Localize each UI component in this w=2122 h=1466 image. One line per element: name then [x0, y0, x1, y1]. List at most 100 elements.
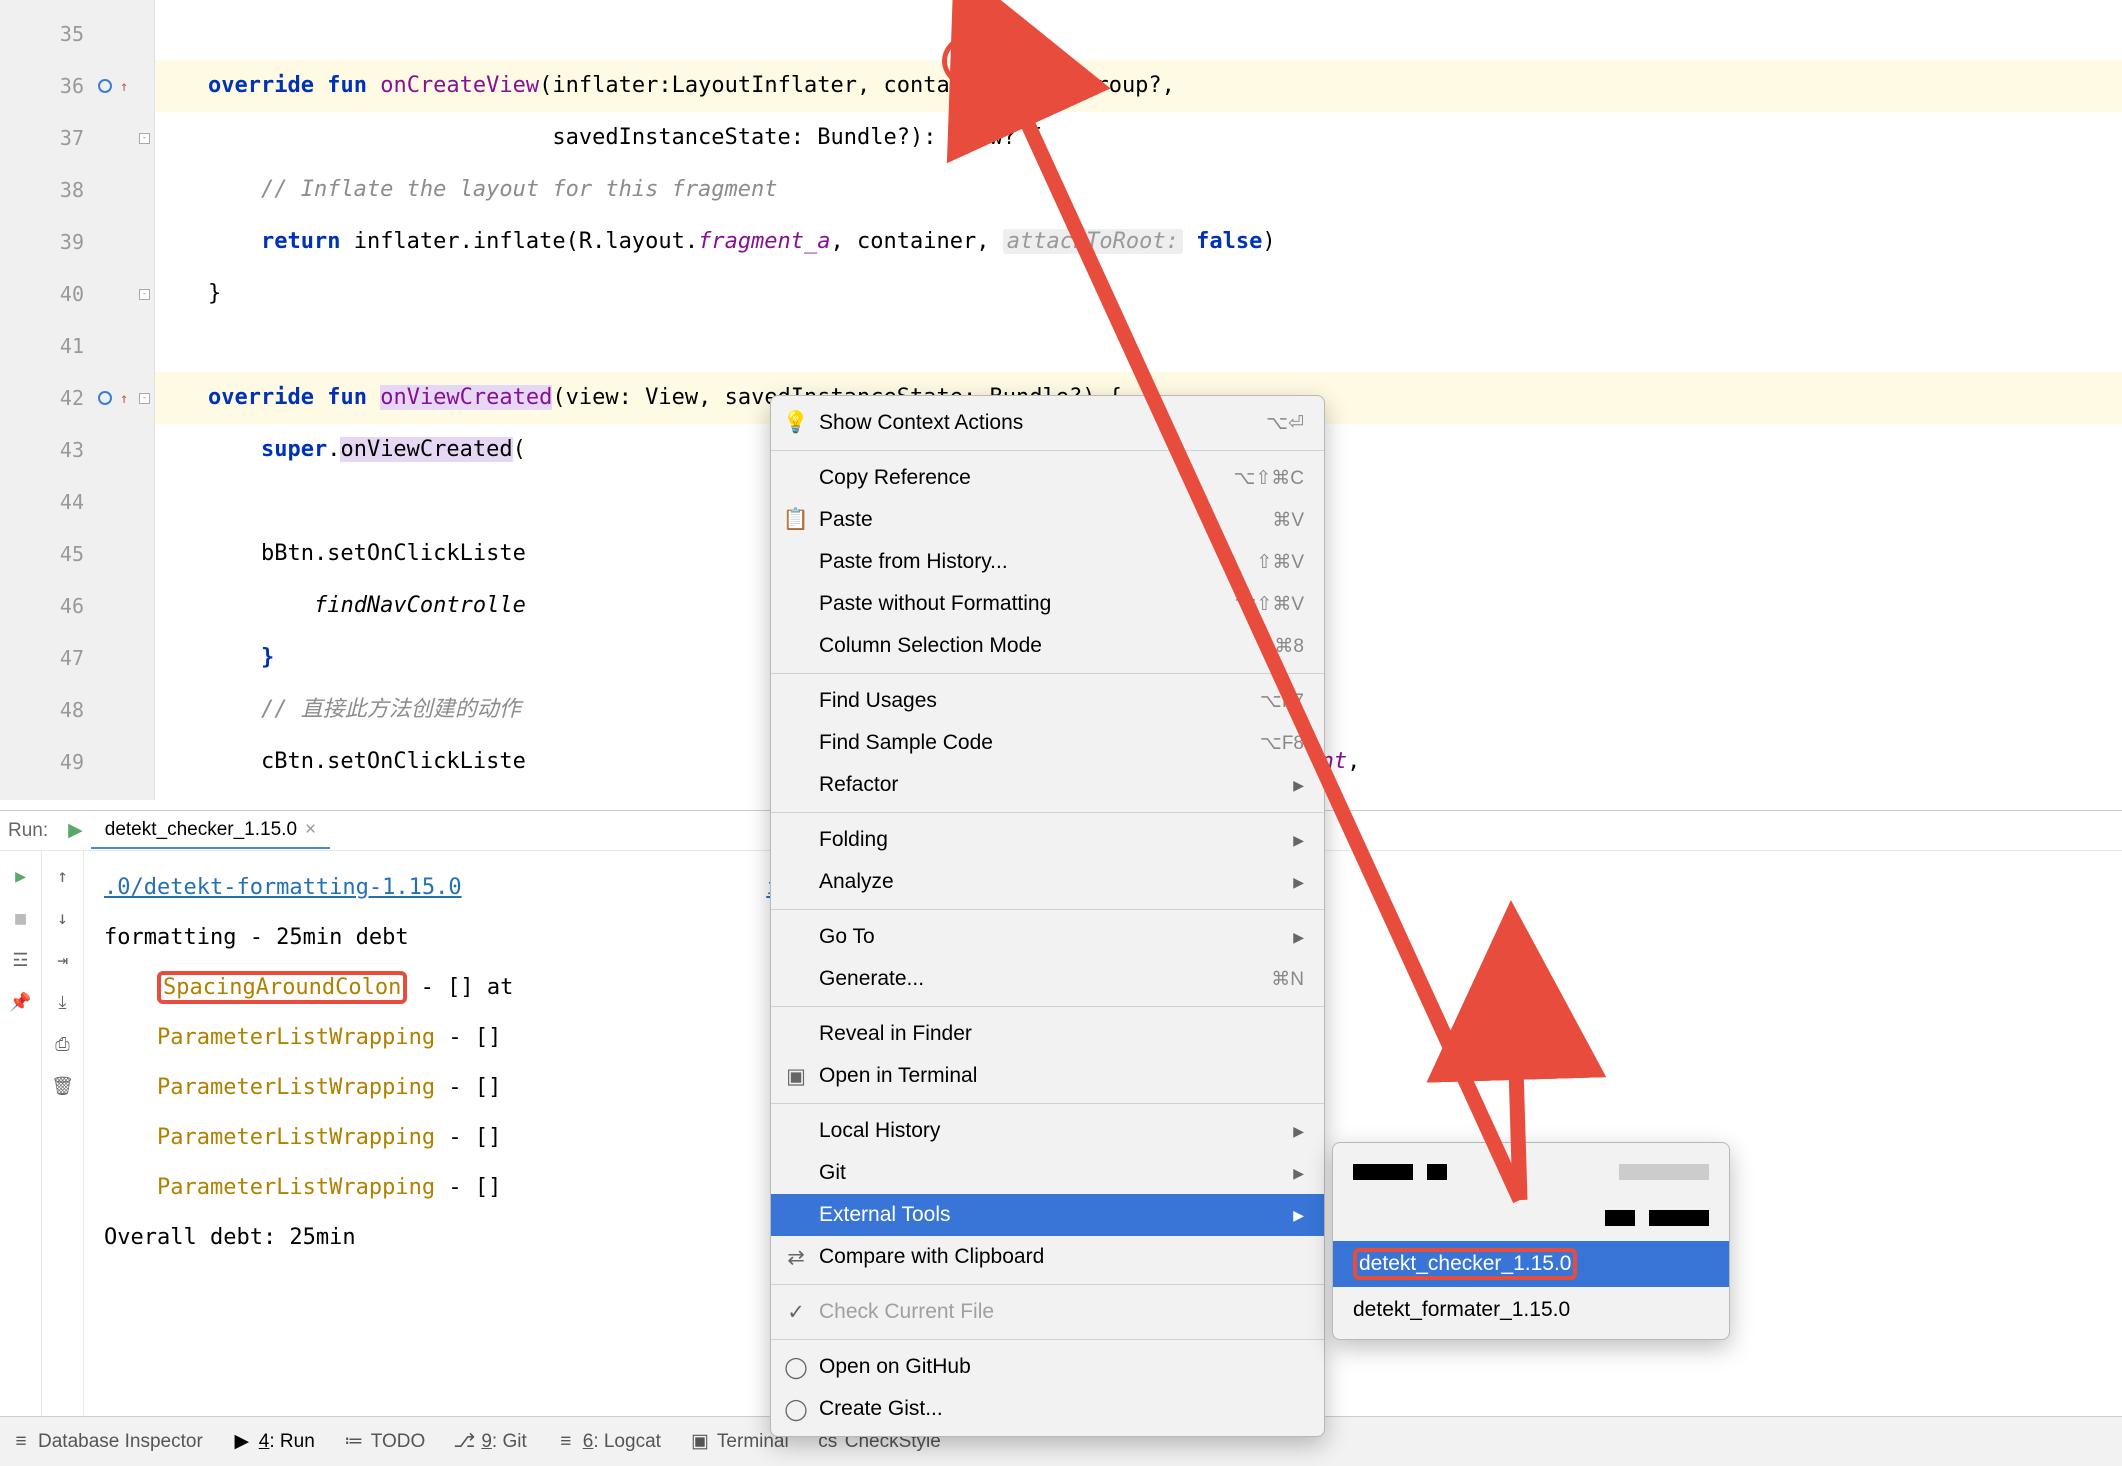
code-line[interactable]	[155, 320, 2122, 372]
code-line[interactable]: savedInstanceState: Bundle?): View? {	[155, 112, 2122, 164]
bottom-item-label: 4: Run	[259, 1431, 315, 1453]
context-menu[interactable]: 💡Show Context Actions⌥⏎ Copy Reference⌥⇧⌘…	[770, 395, 1325, 1437]
menu-item-paste-without-formatting[interactable]: Paste without Formatting ⌥⇧⌘V	[771, 583, 1324, 625]
bottom-item-6-logcat[interactable]: ≡6: Logcat	[557, 1431, 661, 1453]
chevron-right-icon: ▶	[1293, 832, 1304, 849]
close-icon[interactable]: ×	[305, 819, 316, 841]
output-text: - []	[435, 1025, 806, 1050]
menu-item-label: Git	[819, 1161, 1269, 1185]
bottom-item-database-inspector[interactable]: ≡Database Inspector	[12, 1431, 203, 1453]
gutter-line: 36↑	[0, 60, 154, 112]
menu-item-find-usages[interactable]: Find Usages⌥F7	[771, 680, 1324, 722]
submenu-item-label: detekt_formater_1.15.0	[1353, 1298, 1570, 1322]
wrap-icon[interactable]: ⇥	[52, 949, 74, 971]
layout-icon[interactable]: ☲	[10, 949, 32, 971]
menu-item-paste-from-history[interactable]: Paste from History...⇧⌘V	[771, 541, 1324, 583]
trash-icon[interactable]: 🗑	[52, 1075, 74, 1097]
menu-shortcut: ⌥⇧⌘V	[1235, 593, 1305, 616]
menu-item-label: Open in Terminal	[819, 1064, 1304, 1088]
code-line[interactable]: override fun onCreateView(inflater:Layou…	[155, 60, 2122, 112]
menu-shortcut: ⌘N	[1271, 968, 1304, 991]
menu-item-column-selection-mode[interactable]: Column Selection Mode⇧⌘8	[771, 625, 1324, 667]
branch-icon: ⎇	[455, 1433, 473, 1451]
rerun-icon[interactable]: ▶	[10, 865, 32, 887]
menu-item-label: Open on GitHub	[819, 1355, 1304, 1379]
code-line[interactable]: }	[155, 268, 2122, 320]
output-link[interactable]: .0/detekt-formatting-1.15.0	[104, 875, 462, 900]
menu-shortcut: ⌥F8	[1260, 732, 1304, 755]
code-line[interactable]	[155, 8, 2122, 60]
scroll-icon[interactable]: ⤓	[52, 991, 74, 1013]
menu-item-reveal-in-finder[interactable]: Reveal in Finder	[771, 1013, 1324, 1055]
menu-item-label: Paste without Formatting	[819, 592, 1211, 616]
submenu-item-label: detekt_checker_1.15.0	[1353, 1248, 1577, 1280]
run-tools-column-2: ↑ ↓ ⇥ ⤓ ⎙ 🗑	[42, 851, 84, 1416]
menu-separator	[771, 1006, 1324, 1007]
menu-item-paste[interactable]: 📋Paste⌘V	[771, 499, 1324, 541]
up-arrow-gutter-icon[interactable]: ↑	[120, 79, 134, 93]
menu-item-label: Local History	[819, 1119, 1269, 1143]
menu-item-copy-reference[interactable]: Copy Reference⌥⇧⌘C	[771, 457, 1324, 499]
run-tab[interactable]: detekt_checker_1.15.0 ×	[91, 813, 330, 849]
menu-separator	[771, 909, 1324, 910]
fold-icon[interactable]: -	[139, 289, 150, 300]
menu-item-create-gist[interactable]: ◯Create Gist...	[771, 1388, 1324, 1430]
menu-item-label: Refactor	[819, 773, 1269, 797]
submenu-item-detekt-checker-1-15-0[interactable]: detekt_checker_1.15.0	[1333, 1241, 1729, 1287]
menu-item-generate[interactable]: Generate...⌘N	[771, 958, 1324, 1000]
menu-item-show-context-actions[interactable]: 💡Show Context Actions⌥⏎	[771, 402, 1324, 444]
gutter-line: 44	[0, 476, 154, 528]
bottom-item-label: 9: Git	[481, 1431, 526, 1453]
bottom-item-label: Database Inspector	[38, 1431, 203, 1453]
menu-item-find-sample-code[interactable]: Find Sample Code ⌥F8	[771, 722, 1324, 764]
menu-item-local-history[interactable]: Local History▶	[771, 1110, 1324, 1152]
menu-item-label: Find Usages	[819, 689, 1236, 713]
chevron-right-icon: ▶	[1293, 929, 1304, 946]
term-icon: ▣	[691, 1433, 709, 1451]
menu-item-external-tools[interactable]: External Tools▶	[771, 1194, 1324, 1236]
menu-item-label: Paste	[819, 508, 1248, 532]
menu-item-refactor[interactable]: Refactor ▶	[771, 764, 1324, 806]
menu-shortcut: ⇧⌘V	[1256, 551, 1304, 574]
override-gutter-icon[interactable]	[98, 391, 112, 405]
menu-item-label: Analyze	[819, 870, 1269, 894]
menu-item-analyze[interactable]: Analyze▶	[771, 861, 1324, 903]
submenu-redacted-row	[1333, 1195, 1729, 1241]
menu-separator	[771, 812, 1324, 813]
chevron-right-icon: ▶	[1293, 777, 1304, 794]
menu-item-folding[interactable]: Folding▶	[771, 819, 1324, 861]
logcat-icon: ≡	[557, 1433, 575, 1451]
external-tools-submenu[interactable]: detekt_checker_1.15.0 detekt_formater_1.1…	[1332, 1142, 1730, 1340]
up-icon[interactable]: ↑	[52, 865, 74, 887]
gutter-line: 47	[0, 632, 154, 684]
menu-separator	[771, 673, 1324, 674]
submenu-item-detekt-formater-1-15-0[interactable]: detekt_formater_1.15.0	[1333, 1287, 1729, 1333]
menu-item-compare-with-clipboard[interactable]: ⇄Compare with Clipboard	[771, 1236, 1324, 1278]
down-icon[interactable]: ↓	[52, 907, 74, 929]
menu-item-git[interactable]: Git▶	[771, 1152, 1324, 1194]
bottom-item-4-run[interactable]: ▶ 4: Run	[233, 1431, 315, 1453]
play-icon: ▶	[233, 1433, 251, 1451]
override-gutter-icon[interactable]	[98, 79, 112, 93]
menu-item-label: Create Gist...	[819, 1397, 1304, 1421]
fold-icon[interactable]: -	[139, 133, 150, 144]
menu-item-open-in-terminal[interactable]: ▣Open in Terminal	[771, 1055, 1324, 1097]
fold-icon[interactable]: -	[139, 393, 150, 404]
pin-icon[interactable]: 📌	[10, 991, 32, 1013]
menu-separator	[771, 450, 1324, 451]
clipboard-icon: 📋	[783, 507, 809, 533]
menu-item-label: Find Sample Code	[819, 731, 1236, 755]
code-line[interactable]: // Inflate the layout for this fragment	[155, 164, 2122, 216]
menu-item-go-to[interactable]: Go To▶	[771, 916, 1324, 958]
print-icon[interactable]: ⎙	[52, 1033, 74, 1055]
run-play-icon[interactable]: ▶	[68, 819, 83, 842]
gutter-line: 43	[0, 424, 154, 476]
bottom-item-9-git[interactable]: ⎇ 9: Git	[455, 1431, 526, 1453]
stop-icon[interactable]: ■	[10, 907, 32, 929]
code-line[interactable]: return inflater.inflate(R.layout.fragmen…	[155, 216, 2122, 268]
output-text: ParameterListWrapping	[157, 1075, 435, 1100]
up-arrow-gutter-icon[interactable]: ↑	[120, 391, 134, 405]
bottom-item-todo[interactable]: ≔TODO	[345, 1431, 426, 1453]
menu-item-open-on-github[interactable]: ◯Open on GitHub	[771, 1346, 1324, 1388]
gutter-line: 49	[0, 736, 154, 788]
